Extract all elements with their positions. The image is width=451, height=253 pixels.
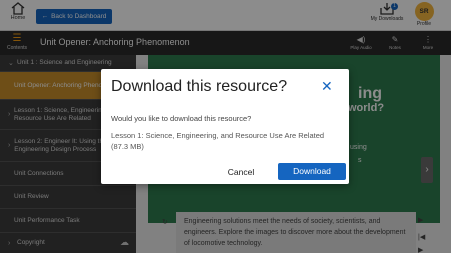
cancel-button[interactable]: Cancel: [219, 164, 263, 180]
download-dialog: Download this resource? ✕ Would you like…: [101, 69, 349, 184]
dialog-title: Download this resource?: [111, 78, 288, 95]
download-button[interactable]: Download: [278, 163, 346, 180]
dialog-question: Would you like to download this resource…: [111, 114, 252, 123]
close-icon[interactable]: ✕: [321, 79, 333, 93]
dialog-file-info: Lesson 1: Science, Engineering, and Reso…: [111, 131, 325, 151]
